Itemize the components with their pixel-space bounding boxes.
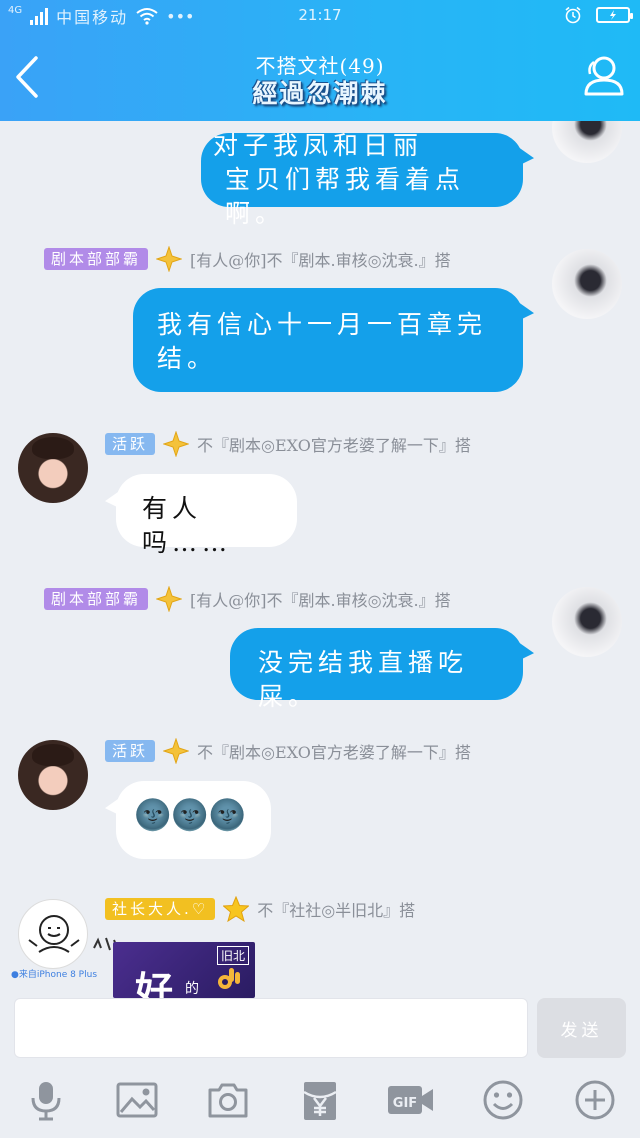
rank-star-icon xyxy=(156,586,183,612)
avatar[interactable] xyxy=(18,899,88,969)
clock: 21:17 xyxy=(298,6,342,24)
member-title: 不『剧本◎EXO官方老婆了解一下』搭 xyxy=(197,743,471,762)
member-title: [有人@你]不『剧本.审核◎沈衰.』搭 xyxy=(190,251,451,270)
sticker-corner-label: 旧北 xyxy=(216,946,249,965)
member-title: 不『社社◎半旧北』搭 xyxy=(257,901,416,920)
rank-star-icon xyxy=(163,431,190,457)
alarm-icon xyxy=(565,6,581,24)
ok-hand-icon xyxy=(218,968,240,989)
location-pin-icon: ● xyxy=(11,970,19,980)
member-badge: 剧本部部霸 xyxy=(44,248,149,270)
chat-header: 4G 中国移动 ••• 21:17 不搭文社(49) 經過忽潮棘 xyxy=(0,0,640,121)
message-text-line: 宝贝们帮我看着点啊。 xyxy=(225,165,466,228)
image-icon[interactable] xyxy=(115,1078,159,1122)
sticker-small-text: 的 xyxy=(185,981,199,997)
group-subtitle: 經過忽潮棘 xyxy=(252,79,388,108)
message-text-line: 对子我凤和日丽 xyxy=(213,131,424,160)
message-bubble[interactable]: 没完结我直播吃屎。 xyxy=(230,628,523,711)
message-meta: 活跃 不『剧本◎EXO官方老婆了解一下』搭 xyxy=(105,738,471,764)
input-toolbar: GIF xyxy=(0,1066,640,1138)
send-button[interactable]: 发送 xyxy=(537,998,626,1058)
message-meta: 剧本部部霸 [有人@你]不『剧本.审核◎沈衰.』搭 xyxy=(44,586,451,612)
member-badge: 活跃 xyxy=(105,433,156,455)
message-bubble[interactable]: 🌚🌚🌚 xyxy=(116,781,271,859)
message-text: 有人吗…… xyxy=(142,494,233,557)
rank-star-icon xyxy=(156,246,183,272)
camera-icon[interactable] xyxy=(206,1078,250,1122)
message-input[interactable] xyxy=(14,998,528,1058)
sticker-text: 好 xyxy=(135,968,174,998)
message-meta: 剧本部部霸 [有人@你]不『剧本.审核◎沈衰.』搭 xyxy=(44,246,451,272)
new-moon-face-emoji: 🌚 xyxy=(134,798,172,833)
message-bubble[interactable]: 对子我凤和日丽 宝贝们帮我看着点啊。 xyxy=(201,131,523,228)
member-title: [有人@你]不『剧本.审核◎沈衰.』搭 xyxy=(190,591,451,610)
member-badge: 社长大人.♡ xyxy=(105,898,216,920)
message-meta: 社长大人.♡ 不『社社◎半旧北』搭 xyxy=(105,896,415,922)
message-bubble[interactable]: 我有信心十一月一百章完结。 xyxy=(133,288,523,392)
avatar[interactable] xyxy=(18,740,88,810)
message-bubble[interactable]: 有人吗…… xyxy=(116,474,297,557)
status-bar: 4G 中国移动 ••• 21:17 xyxy=(0,0,640,32)
member-badge: 活跃 xyxy=(105,740,156,762)
red-packet-icon[interactable] xyxy=(298,1078,342,1122)
new-moon-face-emoji: 🌚 xyxy=(171,798,209,833)
emoji-icon[interactable] xyxy=(481,1078,525,1122)
message-list[interactable]: 对子我凤和日丽 宝贝们帮我看着点啊。 剧本部部霸 [有人@你]不『剧本.审核◎沈… xyxy=(0,121,640,998)
message-input-bar: 发送 xyxy=(0,998,640,1066)
battery-charging-icon xyxy=(596,7,633,23)
avatar[interactable] xyxy=(552,121,622,163)
group-members-button[interactable] xyxy=(580,54,626,98)
avatar[interactable] xyxy=(552,587,622,657)
group-members-icon xyxy=(584,56,624,96)
doodle-face-icon xyxy=(28,915,80,953)
message-meta: 活跃 不『剧本◎EXO官方老婆了解一下』搭 xyxy=(105,431,471,457)
sticker-image[interactable]: 旧北 好 的 xyxy=(113,942,255,998)
rank-star-icon xyxy=(223,896,250,922)
avatar[interactable] xyxy=(18,433,88,503)
microphone-icon[interactable] xyxy=(24,1078,68,1122)
message-text: 我有信心十一月一百章完结。 xyxy=(157,310,488,373)
avatar[interactable] xyxy=(552,249,622,319)
svg-text:GIF: GIF xyxy=(393,1096,417,1111)
member-title: 不『剧本◎EXO官方老婆了解一下』搭 xyxy=(197,436,471,455)
plus-icon[interactable] xyxy=(573,1078,617,1122)
new-moon-face-emoji: 🌚 xyxy=(208,798,247,833)
rank-star-icon xyxy=(163,738,190,764)
device-location: ●来自iPhone 8 Plus xyxy=(11,970,98,980)
gif-icon[interactable]: GIF xyxy=(386,1078,436,1122)
member-badge: 剧本部部霸 xyxy=(44,588,149,610)
message-text: 没完结我直播吃屎。 xyxy=(258,648,469,711)
